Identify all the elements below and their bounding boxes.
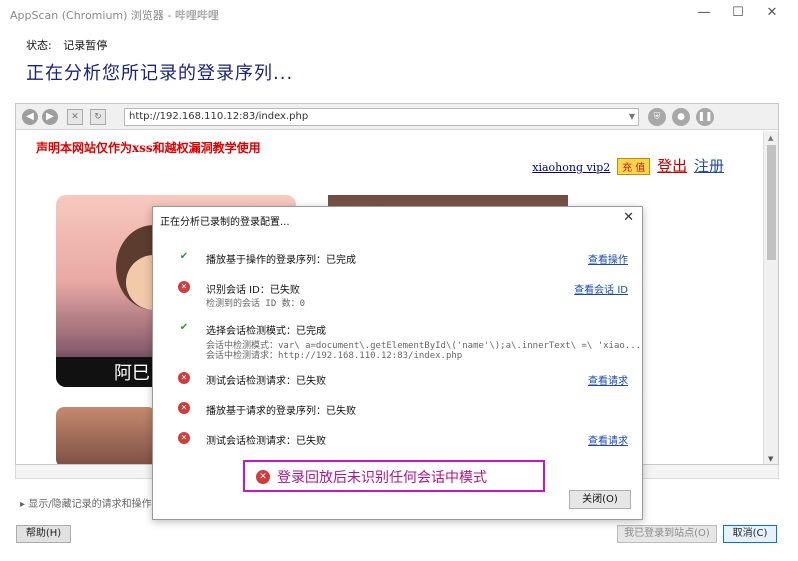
error-circle-icon: ✕ <box>178 432 190 444</box>
logged-in-button: 我已登录到站点(O) <box>617 525 717 543</box>
step-label: 选择会话检测模式：已完成 <box>206 326 326 337</box>
close-icon[interactable]: ✕ <box>623 210 634 225</box>
maximize-button[interactable]: ☐ <box>726 4 750 22</box>
shield-icon[interactable]: ⛨ <box>648 108 666 126</box>
register-link[interactable]: 注册 <box>694 157 724 175</box>
help-button[interactable]: 帮助(H) <box>16 525 71 543</box>
step-label: 测试会话检测请求：已失败 <box>206 376 326 387</box>
cancel-button[interactable]: 取消(C) <box>723 525 777 543</box>
logout-link[interactable]: 登出 <box>657 157 687 175</box>
view-request-link[interactable]: 查看请求 <box>588 432 628 447</box>
record-icon[interactable]: ● <box>672 108 690 126</box>
view-request-link[interactable]: 查看请求 <box>588 372 628 387</box>
scroll-up-icon[interactable]: ▲ <box>768 134 773 142</box>
error-circle-icon: ✕ <box>178 372 190 384</box>
refresh-icon[interactable]: ↻ <box>90 109 106 125</box>
status-value: 记录暂停 <box>63 39 108 52</box>
title-bar: AppScan (Chromium) 浏览器 - 哔哩哔哩 — ☐ ✕ <box>0 0 798 28</box>
url-text: http://192.168.110.12:83/index.php <box>129 111 309 122</box>
view-actions-link[interactable]: 查看操作 <box>588 251 628 266</box>
step-label: 识别会话 ID：已失败 <box>206 285 300 296</box>
video-poster[interactable] <box>56 407 156 464</box>
username-link[interactable]: xiaohong vip2 <box>532 161 610 174</box>
back-icon[interactable]: ◀ <box>22 109 38 125</box>
toggle-recorded-requests[interactable]: ▸ 显示/隐藏记录的请求和操作 <box>20 495 152 510</box>
error-circle-icon: ✕ <box>178 402 190 414</box>
checkmark-icon: ✔ <box>179 251 189 262</box>
window-title: AppScan (Chromium) 浏览器 - 哔哩哔哩 <box>10 9 219 22</box>
scroll-down-icon[interactable]: ▼ <box>768 455 773 463</box>
vertical-scrollbar[interactable]: ▲ ▼ <box>763 131 778 464</box>
address-bar[interactable]: http://192.168.110.12:83/index.php ▼ <box>124 108 639 126</box>
charge-button[interactable]: 充 值 <box>617 158 651 175</box>
user-links: xiaohong vip2 充 值 登出 注册 <box>532 155 724 176</box>
dialog-close-button[interactable]: 关闭(O) <box>569 490 631 509</box>
checkmark-icon: ✔ <box>179 322 189 333</box>
poster-caption: 阿巳 <box>114 363 150 384</box>
step-label: 测试会话检测请求：已失败 <box>206 436 326 447</box>
browser-toolbar: ◀ ▶ ✕ ↻ http://192.168.110.12:83/index.p… <box>16 104 778 130</box>
page-heading: 正在分析您所记录的登录序列... <box>26 63 294 84</box>
error-circle-icon: ✕ <box>256 470 270 484</box>
step-label: 播放基于操作的登录序列：已完成 <box>206 255 356 266</box>
status-label: 状态: <box>26 39 52 52</box>
stop-icon[interactable]: ✕ <box>67 109 83 125</box>
site-declaration: 声明本网站仅作为xss和越权漏洞教学使用 <box>36 141 261 155</box>
error-banner: ✕ 登录回放后未识别任何会话中模式 <box>243 460 545 492</box>
error-circle-icon: ✕ <box>178 281 190 293</box>
step-detail: 检测到的会话 ID 数：0 <box>206 299 306 309</box>
analysis-dialog: 正在分析已录制的登录配置... ✕ ✔ 播放基于操作的登录序列：已完成 查看操作… <box>152 206 643 520</box>
recording-status: 状态: 记录暂停 <box>26 37 115 53</box>
url-dropdown-icon[interactable]: ▼ <box>629 109 635 125</box>
forward-icon[interactable]: ▶ <box>42 109 58 125</box>
step-label: 播放基于请求的登录序列：已失败 <box>206 406 356 417</box>
error-banner-text: 登录回放后未识别任何会话中模式 <box>277 470 487 486</box>
dialog-title: 正在分析已录制的登录配置... <box>160 217 290 228</box>
view-session-id-link[interactable]: 查看会话 ID <box>574 281 628 296</box>
close-window-button[interactable]: ✕ <box>760 4 784 22</box>
pause-icon[interactable]: ❚❚ <box>696 108 714 126</box>
scroll-thumb[interactable] <box>767 145 776 260</box>
step-detail: 会话中检测请求：http://192.168.110.12:83/index.p… <box>206 351 463 361</box>
minimize-button[interactable]: — <box>692 4 716 22</box>
